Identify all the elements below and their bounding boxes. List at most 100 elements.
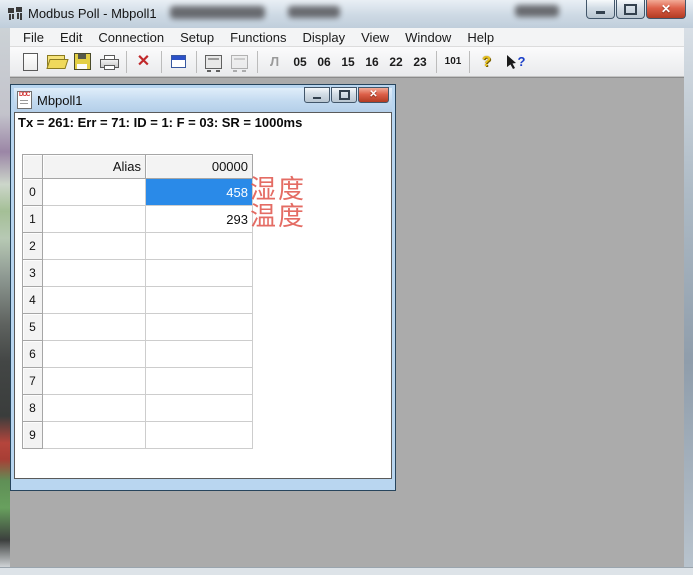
comm-log-icon <box>231 55 248 69</box>
comm-traffic-icon <box>205 55 222 69</box>
function-23-button[interactable]: 23 <box>408 55 432 69</box>
function-06-button[interactable]: 06 <box>312 55 336 69</box>
function-16-button[interactable]: 16 <box>360 55 384 69</box>
about-button[interactable]: ? <box>474 50 499 74</box>
value-cell[interactable] <box>146 422 253 449</box>
value-column-header[interactable]: 00000 <box>146 155 253 179</box>
corner-header-cell[interactable] <box>23 155 43 179</box>
help-cursor-icon: ? <box>505 54 526 70</box>
question-mark-icon: ? <box>482 53 491 70</box>
minimize-icon <box>596 11 605 14</box>
row-header[interactable]: 8 <box>23 395 43 422</box>
close-icon: ✕ <box>661 3 671 15</box>
background-blur-artifact <box>170 6 265 19</box>
value-cell[interactable] <box>146 395 253 422</box>
open-folder-icon <box>47 55 66 68</box>
toolbar-separator <box>257 51 258 73</box>
button-101[interactable]: 101 <box>441 56 465 67</box>
menu-help[interactable]: Help <box>459 29 502 46</box>
function-15-button[interactable]: 15 <box>336 55 360 69</box>
background-blur-artifact <box>288 6 340 18</box>
grid-header-row: Alias 00000 <box>23 155 253 179</box>
menu-edit[interactable]: Edit <box>52 29 90 46</box>
row-header[interactable]: 5 <box>23 314 43 341</box>
alias-cell[interactable] <box>43 422 146 449</box>
row-header[interactable]: 4 <box>23 287 43 314</box>
alias-cell[interactable] <box>43 395 146 422</box>
open-file-button[interactable] <box>44 50 69 74</box>
grid-row-6: 6 <box>23 341 253 368</box>
value-cell[interactable]: 293 <box>146 206 253 233</box>
comm-log-button[interactable] <box>227 50 252 74</box>
alias-cell[interactable] <box>43 368 146 395</box>
value-cell-selected[interactable]: 458 <box>146 179 253 206</box>
alias-cell[interactable] <box>43 341 146 368</box>
maximize-button[interactable] <box>616 0 645 19</box>
menu-setup[interactable]: Setup <box>172 29 222 46</box>
title-bar[interactable]: Modbus Poll - Mbpoll1 ✕ <box>0 0 693 29</box>
alias-column-header[interactable]: Alias <box>43 155 146 179</box>
grid-row-8: 8 <box>23 395 253 422</box>
disconnect-button[interactable]: ✕ <box>131 50 156 74</box>
comm-traffic-button[interactable] <box>201 50 226 74</box>
row-header[interactable]: 0 <box>23 179 43 206</box>
alias-cell[interactable] <box>43 314 146 341</box>
minimize-button[interactable] <box>586 0 615 19</box>
menu-view[interactable]: View <box>353 29 397 46</box>
row-header[interactable]: 6 <box>23 341 43 368</box>
minimize-icon <box>313 97 321 99</box>
new-file-icon <box>23 53 38 71</box>
grid-row-9: 9 <box>23 422 253 449</box>
alias-cell[interactable] <box>43 206 146 233</box>
alias-cell[interactable] <box>43 287 146 314</box>
mbpoll1-close-button[interactable]: ✕ <box>358 87 389 103</box>
register-grid: Alias 00000 0 458 1 293 2 <box>22 154 253 449</box>
function-22-button[interactable]: 22 <box>384 55 408 69</box>
modbus-poll-window: Modbus Poll - Mbpoll1 ✕ File Edit Connec… <box>0 0 693 575</box>
new-file-button[interactable] <box>18 50 43 74</box>
row-header[interactable]: 9 <box>23 422 43 449</box>
row-header[interactable]: 2 <box>23 233 43 260</box>
row-header[interactable]: 3 <box>23 260 43 287</box>
row-header[interactable]: 1 <box>23 206 43 233</box>
read-write-definition-button[interactable] <box>166 50 191 74</box>
alias-cell[interactable] <box>43 179 146 206</box>
value-cell[interactable] <box>146 341 253 368</box>
printer-icon <box>100 55 118 69</box>
value-cell[interactable] <box>146 287 253 314</box>
window-frame-left <box>0 28 10 567</box>
menu-functions[interactable]: Functions <box>222 29 294 46</box>
save-button[interactable] <box>70 50 95 74</box>
value-cell[interactable] <box>146 314 253 341</box>
window-frame-right <box>684 28 693 567</box>
menu-display[interactable]: Display <box>295 29 354 46</box>
grid-row-7: 7 <box>23 368 253 395</box>
menu-connection[interactable]: Connection <box>90 29 172 46</box>
mbpoll1-window: DOC Mbpoll1 ✕ Tx = 261: Err = 71: ID = 1… <box>10 84 396 491</box>
row-header[interactable]: 7 <box>23 368 43 395</box>
pulse-button[interactable]: Л <box>262 50 287 74</box>
function-05-button[interactable]: 05 <box>288 55 312 69</box>
annotation-humidity: 湿度 <box>250 176 306 203</box>
toolbar-separator <box>126 51 127 73</box>
mbpoll1-minimize-button[interactable] <box>304 87 330 103</box>
alias-cell[interactable] <box>43 260 146 287</box>
value-cell[interactable] <box>146 368 253 395</box>
restore-icon <box>339 90 350 100</box>
print-button[interactable] <box>96 50 121 74</box>
menu-window[interactable]: Window <box>397 29 459 46</box>
context-help-button[interactable]: ? <box>500 50 530 74</box>
value-cell[interactable] <box>146 260 253 287</box>
menu-file[interactable]: File <box>15 29 52 46</box>
disconnect-x-icon: ✕ <box>137 54 150 70</box>
window-title: Modbus Poll - Mbpoll1 <box>28 6 157 21</box>
mbpoll1-title-bar[interactable]: DOC Mbpoll1 ✕ <box>14 88 392 112</box>
annotation-temperature: 温度 <box>250 203 306 230</box>
mbpoll1-restore-button[interactable] <box>331 87 357 103</box>
poll-status-line: Tx = 261: Err = 71: ID = 1: F = 03: SR =… <box>18 115 302 130</box>
alias-cell[interactable] <box>43 233 146 260</box>
close-button[interactable]: ✕ <box>646 0 686 19</box>
value-cell[interactable] <box>146 233 253 260</box>
definition-window-icon <box>171 55 186 68</box>
grid-row-5: 5 <box>23 314 253 341</box>
